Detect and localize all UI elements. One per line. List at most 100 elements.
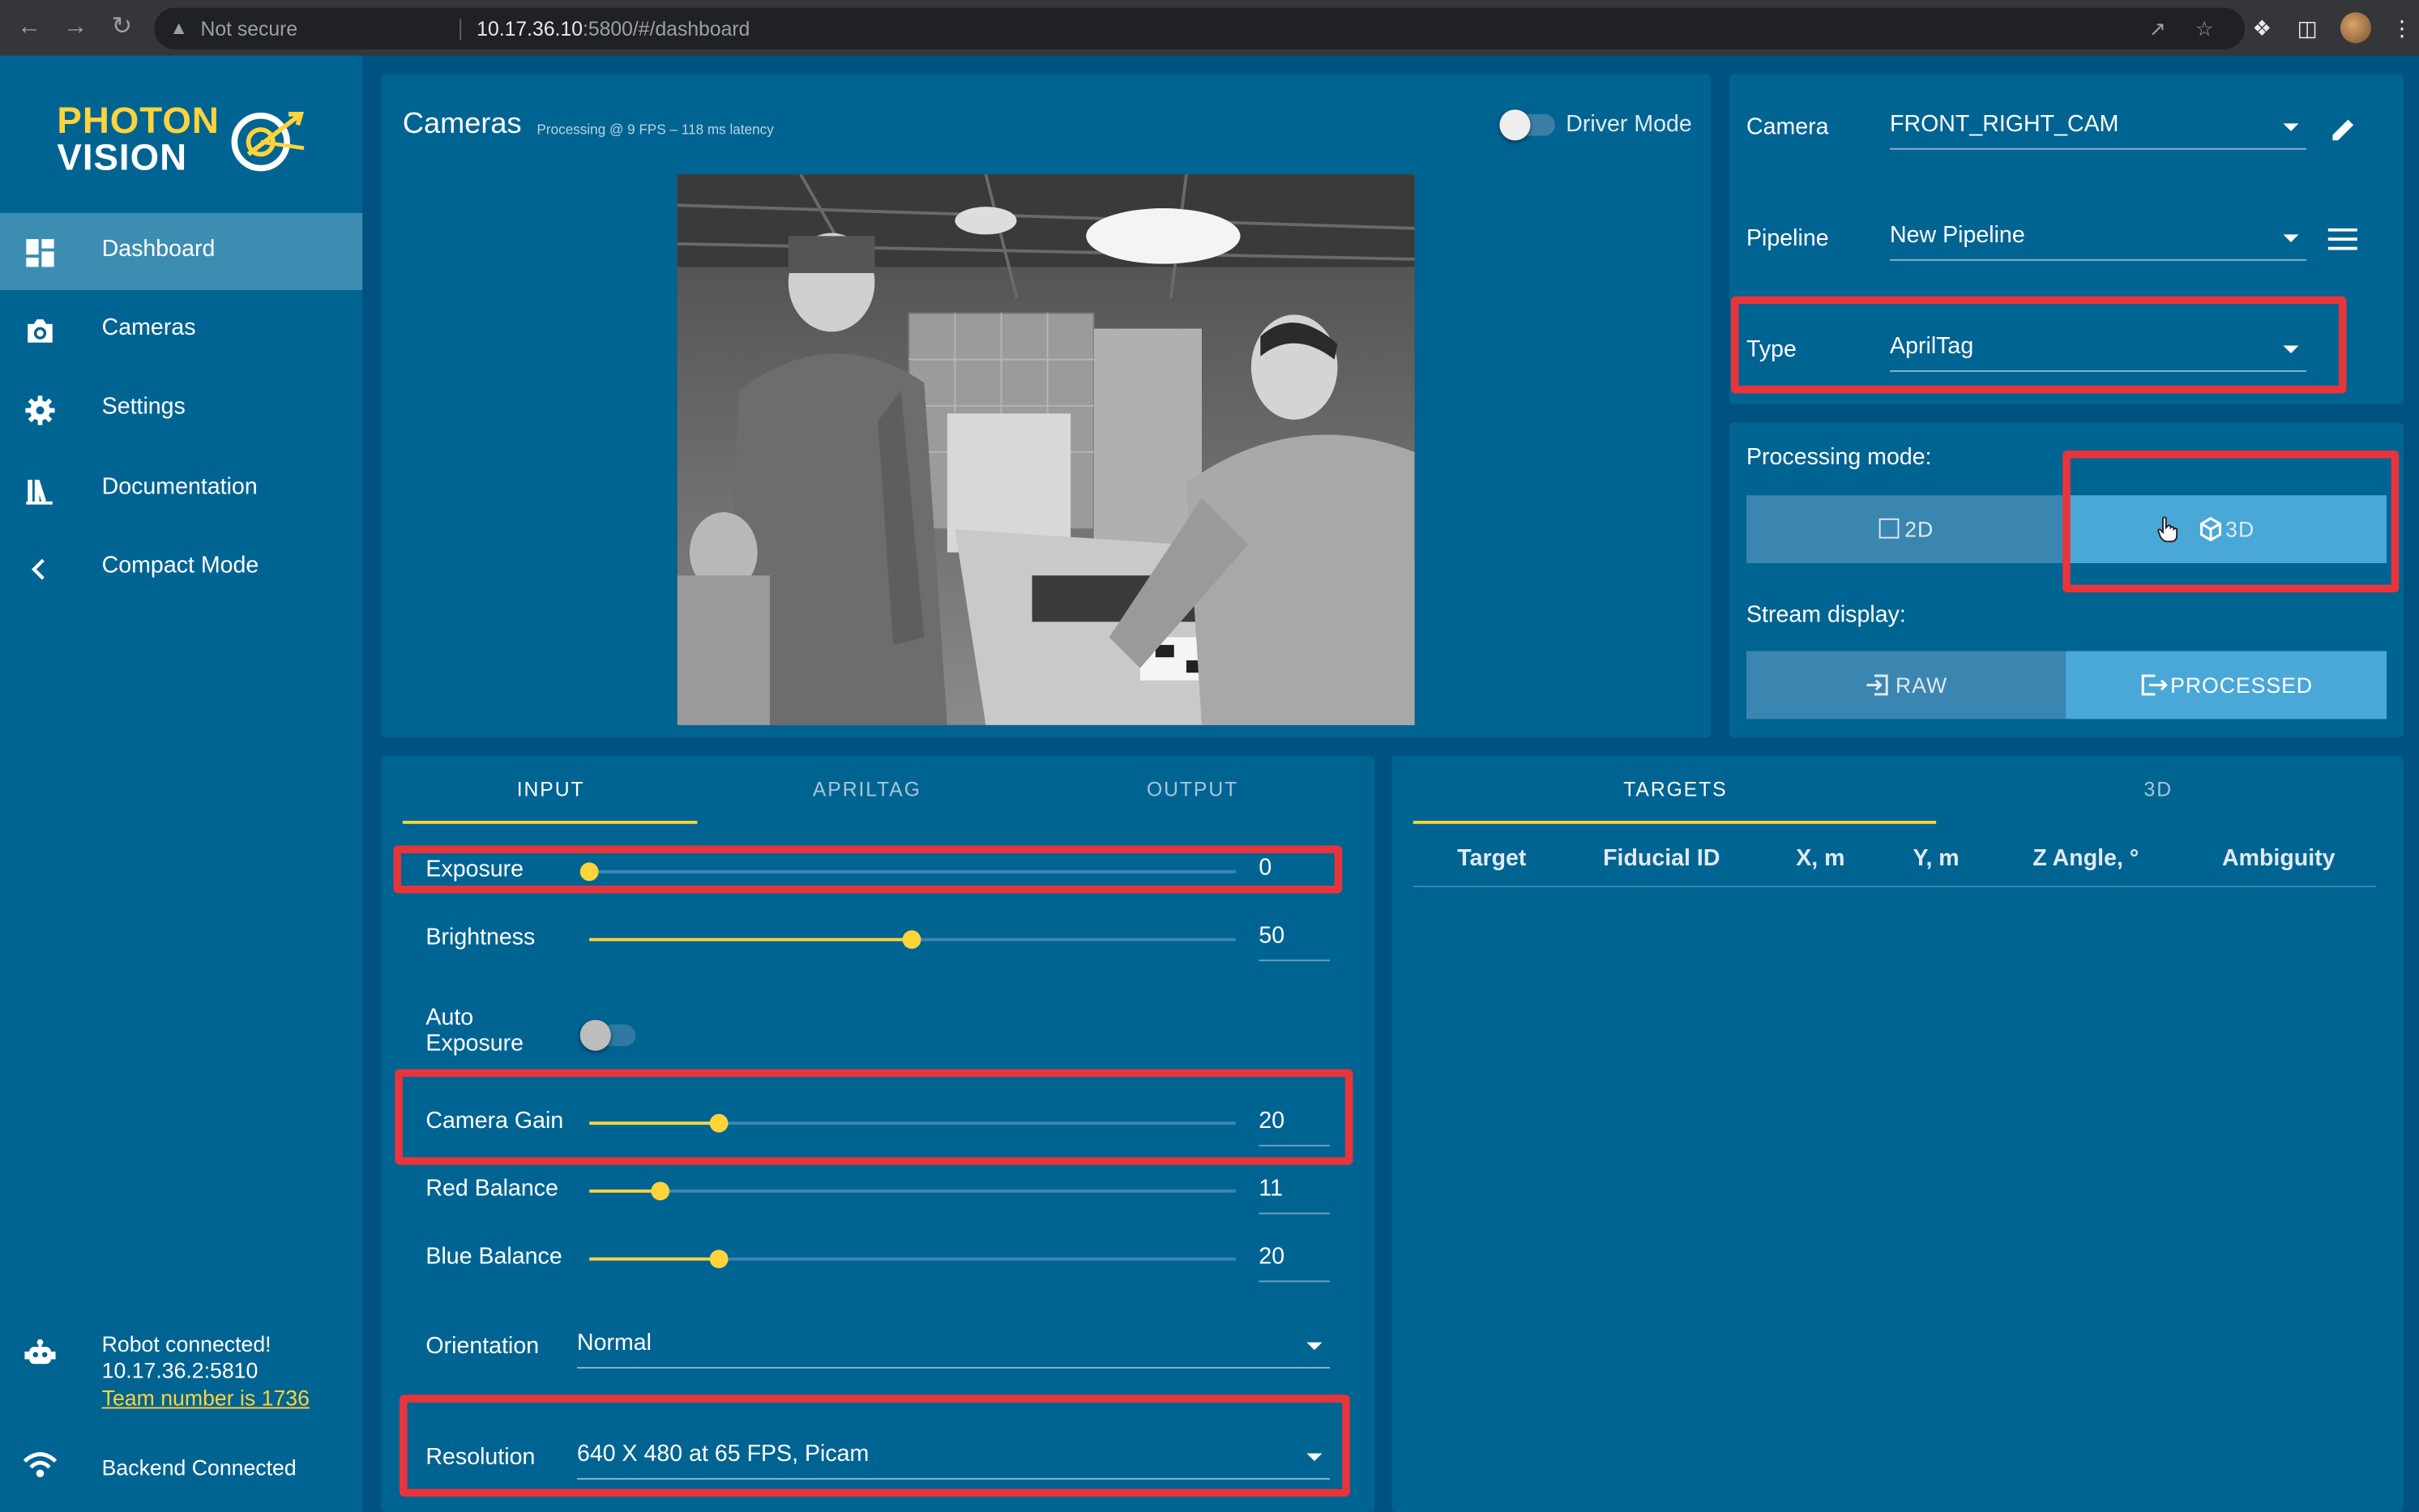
chevron-down-icon [2283, 345, 2299, 354]
red-balance-label: Red Balance [425, 1175, 558, 1202]
books-icon [26, 480, 53, 505]
robot-connected-text: Robot connected! [101, 1331, 271, 1356]
processing-stats: Processing @ 9 FPS – 118 ms latency [536, 122, 774, 138]
column-header-z-angle: Z Angle, ° [2032, 845, 2139, 872]
pipeline-label: Pipeline [1746, 224, 1829, 252]
modes-card: Processing mode: 2D 3D Stream display: R… [1729, 422, 2404, 738]
tab-output[interactable]: OUTPUT [1069, 778, 1316, 801]
tab-3d[interactable]: 3D [2032, 778, 2284, 801]
star-icon[interactable]: ☆ [2195, 8, 2213, 49]
resolution-label: Resolution [425, 1444, 536, 1471]
sidebar-item-dashboard[interactable]: Dashboard [0, 212, 363, 290]
menu-kebab-icon[interactable]: ⋮ [2391, 14, 2413, 41]
targets-card: TARGETS 3D Target Fiducial ID X, m Y, m … [1391, 756, 2404, 1512]
camera-gain-value[interactable]: 20 [1259, 1108, 1330, 1147]
sidebar-item-label: Settings [101, 393, 186, 420]
camera-stream [677, 174, 1415, 725]
dashboard-icon [26, 239, 54, 267]
sidebar-item-label: Compact Mode [101, 552, 259, 579]
stream-processed-button[interactable]: PROCESSED [2066, 651, 2387, 720]
url-text[interactable]: 10.17.36.10:5800/#/dashboard [477, 8, 750, 49]
hand-cursor-icon [2157, 516, 2178, 543]
slider-thumb [709, 1249, 729, 1269]
driver-mode-toggle[interactable] [1499, 109, 1555, 141]
pencil-edit-icon[interactable] [2330, 116, 2357, 143]
orientation-label: Orientation [425, 1333, 540, 1360]
sidebar-item-settings[interactable]: Settings [0, 370, 362, 447]
extensions-puzzle-icon[interactable]: ❖ [2252, 14, 2272, 41]
orientation-select[interactable]: Normal [576, 1327, 1330, 1369]
camera-gain-label: Camera Gain [425, 1108, 564, 1134]
chevron-down-icon [1306, 1342, 1323, 1351]
camera-label: Camera [1746, 113, 1829, 141]
camera-gain-slider[interactable] [589, 1113, 1236, 1133]
stream-raw-button[interactable]: RAW [1746, 651, 2066, 720]
team-number-link[interactable]: Team number is 1736 [102, 1384, 310, 1412]
sidebar-item-label: Cameras [101, 314, 196, 341]
blue-balance-value[interactable]: 20 [1259, 1244, 1330, 1283]
sidebar-item-cameras[interactable]: Cameras [0, 292, 362, 369]
address-bar[interactable]: ▲ Not secure 10.17.36.10:5800/#/dashboar… [154, 7, 2245, 49]
camera-select-value: FRONT_RIGHT_CAM [1890, 111, 2119, 138]
chevron-left-icon [31, 558, 45, 580]
photonvision-logo: PHOTON VISION [57, 101, 311, 189]
browser-toolbar: ← → ↻ ▲ Not secure 10.17.36.10:5800/#/da… [0, 0, 2419, 56]
column-header-target: Target [1457, 845, 1527, 872]
type-label: Type [1746, 336, 1797, 363]
processing-3d-button[interactable]: 3D [2066, 495, 2387, 563]
tab-targets[interactable]: TARGETS [1546, 778, 1806, 801]
brightness-value[interactable]: 50 [1259, 923, 1330, 962]
brightness-label: Brightness [425, 924, 536, 950]
pipeline-select-value: New Pipeline [1890, 222, 2025, 249]
security-label: Not secure [200, 16, 298, 41]
tab-input[interactable]: INPUT [427, 778, 674, 801]
stream-display-label: Stream display: [1746, 601, 1906, 628]
column-header-x: X, m [1796, 845, 1845, 872]
sidebar-item-documentation[interactable]: Documentation [0, 451, 362, 527]
camera-select[interactable]: FRONT_RIGHT_CAM [1890, 108, 2307, 150]
brightness-slider[interactable] [589, 930, 1236, 950]
share-icon[interactable]: ↗ [2149, 8, 2166, 49]
type-select[interactable]: AprilTag [1890, 330, 2307, 372]
auto-exposure-toggle[interactable] [579, 1019, 636, 1051]
red-balance-slider[interactable] [589, 1181, 1236, 1201]
sidebar-item-compact-mode[interactable]: Compact Mode [0, 529, 362, 606]
active-tab-indicator [402, 820, 698, 824]
profile-avatar[interactable] [2340, 12, 2371, 44]
slider-thumb [709, 1113, 729, 1133]
back-arrow-icon[interactable]: ← [15, 14, 43, 41]
forward-arrow-icon[interactable]: → [62, 14, 89, 41]
sidebar: PHOTON VISION Dashboard Cameras Settings… [0, 55, 363, 1512]
exposure-slider[interactable] [579, 862, 1236, 882]
type-select-value: AprilTag [1890, 333, 1974, 360]
column-header-fiducial-id: Fiducial ID [1603, 845, 1720, 872]
pipeline-select[interactable]: New Pipeline [1890, 219, 2307, 261]
tab-apriltag[interactable]: APRILTAG [744, 778, 991, 801]
orientation-select-value: Normal [576, 1330, 652, 1356]
hamburger-menu-icon[interactable] [2327, 228, 2357, 250]
logo-line-vision: VISION [57, 137, 188, 179]
backend-connected-text: Backend Connected [101, 1454, 297, 1480]
login-arrow-icon [1866, 674, 1888, 696]
logout-arrow-icon [2141, 674, 2168, 696]
robot-address-text: 10.17.36.2:5810 [101, 1357, 259, 1383]
slider-thumb [579, 862, 599, 882]
active-tab-indicator [1413, 820, 1937, 824]
chevron-down-icon [1306, 1453, 1323, 1462]
reload-icon[interactable]: ↻ [108, 14, 135, 41]
table-header-divider [1413, 885, 2376, 887]
blue-balance-slider[interactable] [589, 1249, 1236, 1269]
red-balance-value[interactable]: 11 [1259, 1176, 1330, 1215]
resolution-select-value: 640 X 480 at 65 FPS, Picam [576, 1441, 870, 1467]
input-settings-card: INPUT APRILTAG OUTPUT Exposure 0 Brightn… [381, 756, 1375, 1512]
resolution-select[interactable]: 640 X 480 at 65 FPS, Picam [576, 1438, 1330, 1480]
side-panel-icon[interactable]: ◫ [2297, 14, 2318, 41]
chevron-down-icon [2283, 234, 2299, 242]
cameras-title: Cameras [402, 108, 522, 141]
logo-lens-icon [231, 112, 305, 172]
sidebar-item-label: Dashboard [101, 236, 216, 263]
exposure-value[interactable]: 0 [1259, 855, 1330, 892]
gear-icon [25, 395, 55, 425]
blue-balance-label: Blue Balance [425, 1243, 562, 1271]
processing-2d-button[interactable]: 2D [1746, 495, 2066, 563]
